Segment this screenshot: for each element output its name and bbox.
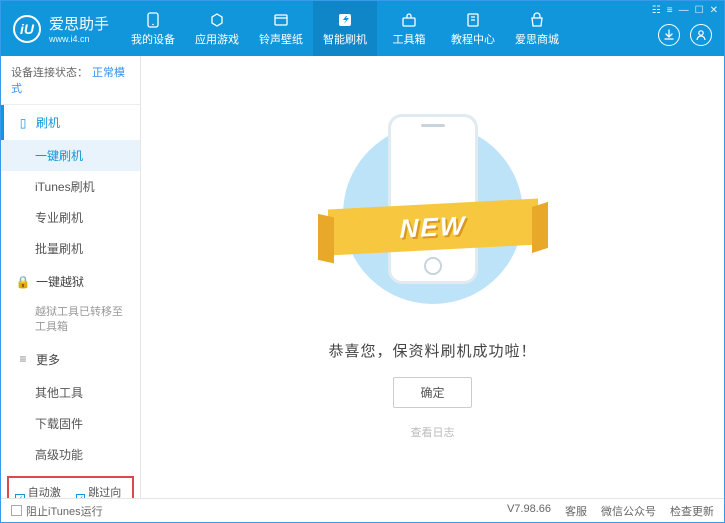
sidebar-section-0[interactable]: ▯ 刷机	[1, 105, 140, 140]
connection-status: 设备连接状态：正常模式	[1, 56, 140, 105]
wechat-link[interactable]: 微信公众号	[601, 503, 656, 519]
nav-tab-2[interactable]: 铃声壁纸	[249, 1, 313, 56]
nav-tab-5[interactable]: 教程中心	[441, 1, 505, 56]
sidebar-item[interactable]: 下载固件	[1, 408, 140, 439]
block-itunes-checkbox[interactable]: 阻止iTunes运行	[11, 503, 103, 519]
download-button[interactable]	[658, 24, 680, 46]
logo-icon: iU	[13, 15, 41, 43]
nav-tab-1[interactable]: 应用游戏	[185, 1, 249, 56]
nav-label: 爱思商城	[515, 31, 559, 47]
nav-tab-4[interactable]: 工具箱	[377, 1, 441, 56]
skip-guide-checkbox[interactable]: ✓跳过向导	[76, 484, 127, 498]
success-illustration: NEW	[333, 114, 533, 314]
nav-tab-3[interactable]: 智能刷机	[313, 1, 377, 56]
minimize-button[interactable]: —	[679, 5, 689, 16]
toolbox-icon	[400, 11, 418, 29]
confirm-button[interactable]: 确定	[393, 377, 471, 408]
sidebar-section-label: 刷机	[36, 114, 60, 131]
sidebar: 设备连接状态：正常模式 ▯ 刷机一键刷机iTunes刷机专业刷机批量刷机 🔒 一键越狱…	[1, 56, 141, 498]
nav-label: 工具箱	[393, 31, 426, 47]
nav-label: 应用游戏	[195, 31, 239, 47]
version-label: V7.98.66	[507, 503, 551, 519]
sidebar-item[interactable]: iTunes刷机	[1, 171, 140, 202]
menu-icon: ≡	[16, 352, 30, 366]
app-url: www.i4.cn	[49, 34, 109, 44]
success-message: 恭喜您，保资料刷机成功啦！	[328, 340, 536, 361]
options-highlight: ✓自动激活 ✓跳过向导	[7, 476, 134, 498]
book-icon	[464, 11, 482, 29]
sidebar-section-label: 一键越狱	[36, 273, 84, 290]
nav-tab-6[interactable]: 爱思商城	[505, 1, 569, 56]
main-content: NEW 恭喜您，保资料刷机成功啦！ 确定 查看日志	[141, 56, 724, 498]
title-bar: iU 爱思助手 www.i4.cn 我的设备 应用游戏 铃声壁纸 智能刷机 工具箱 教程中…	[1, 1, 724, 56]
status-bar: 阻止iTunes运行 V7.98.66 客服 微信公众号 检查更新	[1, 498, 724, 522]
view-log-link[interactable]: 查看日志	[411, 424, 455, 440]
phone-icon	[144, 11, 162, 29]
app-name: 爱思助手	[49, 13, 109, 34]
nav-label: 铃声壁纸	[259, 31, 303, 47]
close-button[interactable]: ✕	[710, 5, 718, 16]
sidebar-item[interactable]: 其他工具	[1, 377, 140, 408]
sidebar-note: 越狱工具已转移至 工具箱	[1, 299, 140, 342]
apps-icon	[208, 11, 226, 29]
nav-label: 我的设备	[131, 31, 175, 47]
logo: iU 爱思助手 www.i4.cn	[1, 13, 121, 44]
window-controls: ☷ ≡ — ☐ ✕	[652, 5, 718, 16]
layout-button[interactable]: ☷	[652, 5, 661, 16]
media-icon	[272, 11, 290, 29]
phone-icon: ▯	[16, 116, 30, 130]
sidebar-item[interactable]: 专业刷机	[1, 202, 140, 233]
sidebar-item[interactable]: 批量刷机	[1, 233, 140, 264]
lock-icon: 🔒	[16, 275, 30, 289]
sidebar-item[interactable]: 一键刷机	[1, 140, 140, 171]
nav-label: 教程中心	[451, 31, 495, 47]
user-button[interactable]	[690, 24, 712, 46]
auto-activate-checkbox[interactable]: ✓自动激活	[15, 484, 66, 498]
sidebar-section-label: 更多	[36, 351, 60, 368]
store-icon	[528, 11, 546, 29]
main-nav: 我的设备 应用游戏 铃声壁纸 智能刷机 工具箱 教程中心 爱思商城	[121, 1, 569, 56]
maximize-button[interactable]: ☐	[695, 5, 704, 16]
check-update-link[interactable]: 检查更新	[670, 503, 714, 519]
menu-button[interactable]: ≡	[667, 5, 673, 16]
sidebar-section-2[interactable]: ≡ 更多	[1, 342, 140, 377]
flash-icon	[336, 11, 354, 29]
sidebar-section-1[interactable]: 🔒 一键越狱	[1, 264, 140, 299]
nav-label: 智能刷机	[323, 31, 367, 47]
nav-tab-0[interactable]: 我的设备	[121, 1, 185, 56]
support-link[interactable]: 客服	[565, 503, 587, 519]
sidebar-item[interactable]: 高级功能	[1, 439, 140, 470]
